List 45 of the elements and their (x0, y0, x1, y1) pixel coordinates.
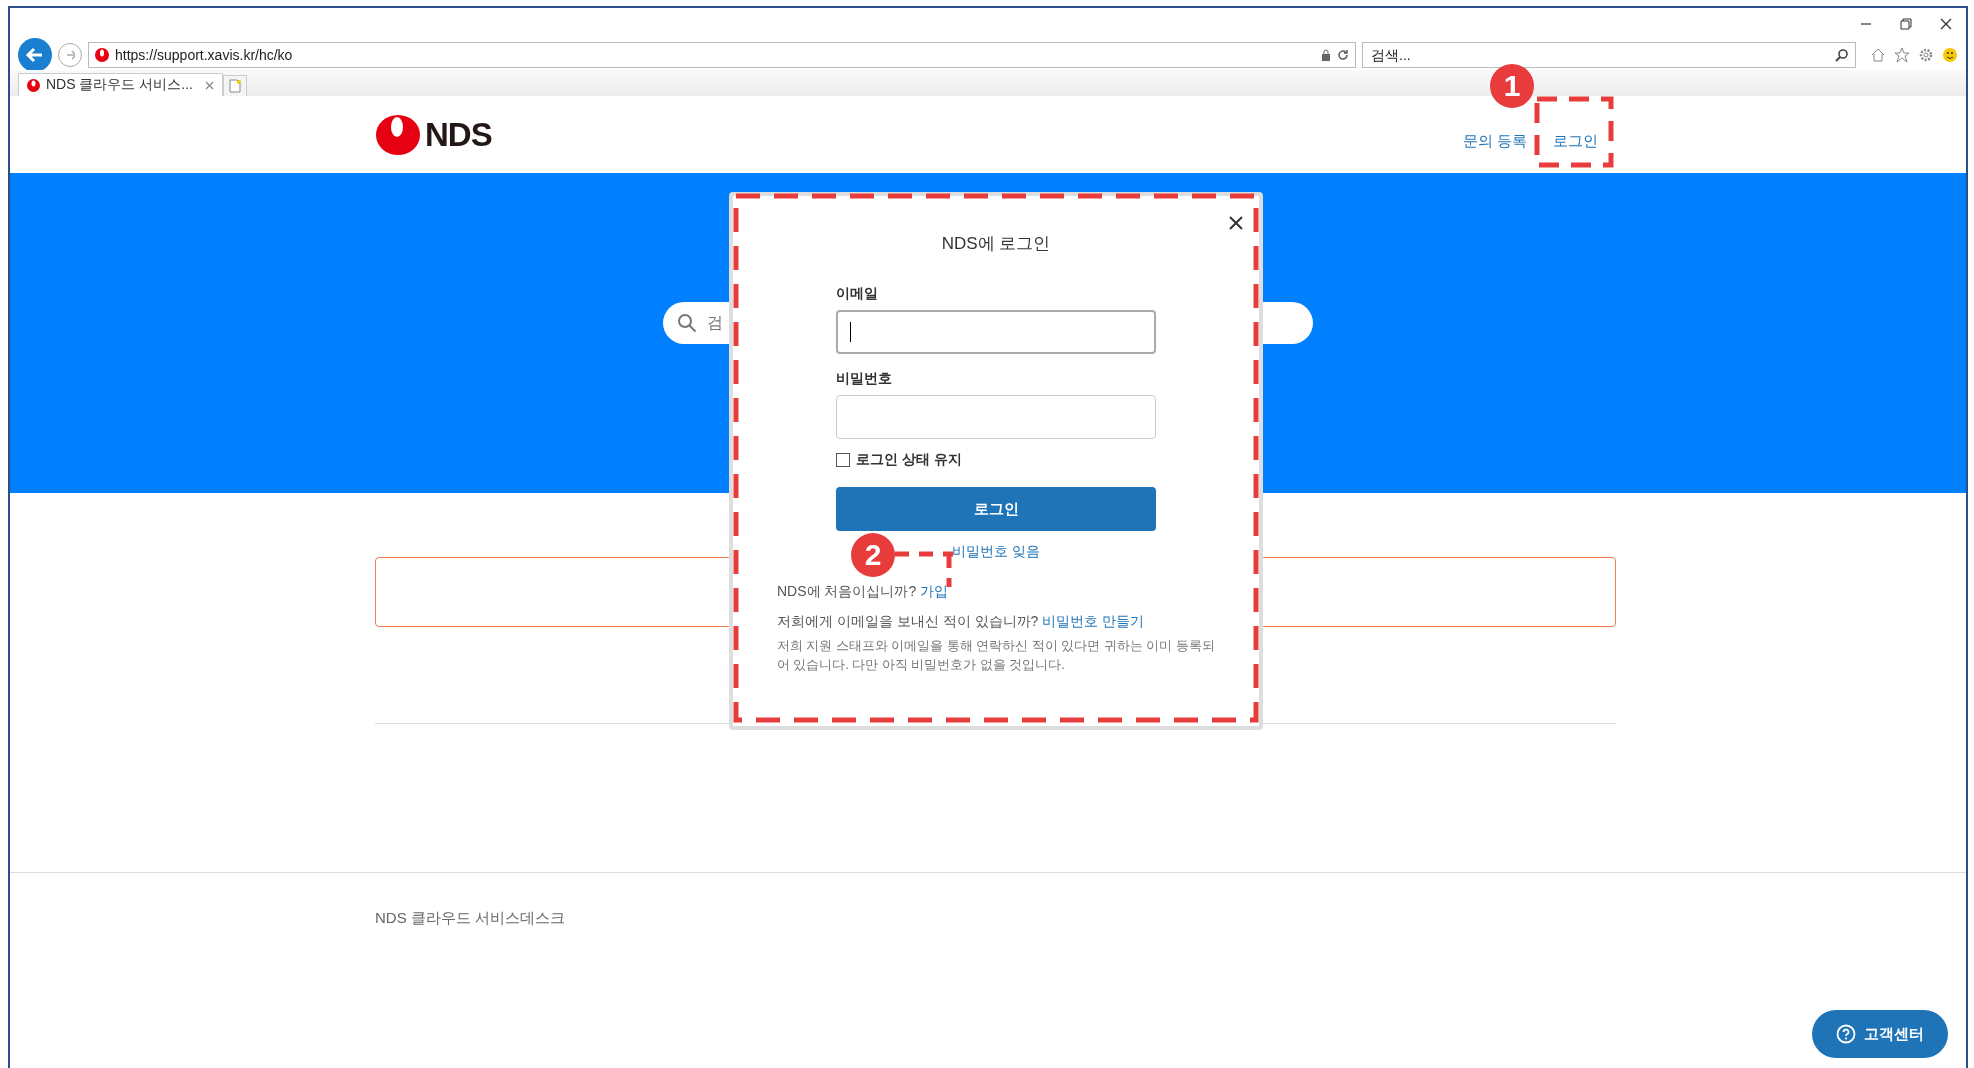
new-page-icon (229, 79, 241, 93)
close-button[interactable] (1227, 214, 1245, 232)
tab-title: NDS 클라우드 서비스... (46, 76, 193, 94)
create-password-link[interactable]: 비밀번호 만들기 (1042, 613, 1145, 629)
checkbox-label: 로그인 상태 유지 (856, 451, 962, 469)
question-icon (1836, 1024, 1856, 1044)
info-text: 저희 지원 스태프와 이메일을 통해 연락하신 적이 있다면 귀하는 이미 등록되어 있습니다. 다만 아직 비밀번호가 없을 것입니다. (777, 638, 1215, 674)
browser-search-field[interactable]: 검색... (1369, 46, 1835, 64)
checkbox[interactable] (836, 453, 850, 467)
arrow-left-icon (25, 45, 45, 65)
restore-icon[interactable] (1900, 18, 1912, 30)
signup-link[interactable]: 가입 (920, 583, 949, 599)
search-icon (677, 313, 697, 333)
nav-link[interactable]: 로그인 (1553, 132, 1598, 151)
create-password-prompt: 저희에게 이메일을 보내신 적이 있습니까? (777, 613, 1040, 629)
close-icon[interactable] (1940, 18, 1952, 30)
nav-link[interactable]: 문의 등록 (1462, 132, 1527, 151)
help-center-button[interactable]: 고객센터 (1812, 1010, 1948, 1058)
field-label: 비밀번호 (836, 370, 893, 388)
star-icon[interactable] (1894, 47, 1910, 63)
forward-button[interactable] (58, 43, 82, 67)
field-label: 이메일 (836, 285, 879, 303)
lock-icon (1321, 49, 1331, 61)
search-icon[interactable] (1835, 48, 1849, 62)
input-field[interactable] (836, 310, 1156, 354)
home-icon[interactable] (1870, 47, 1886, 63)
step-marker: 1 (1490, 64, 1534, 108)
signup-prompt: NDS에 처음이십니까? (777, 583, 918, 599)
site-logo-icon (95, 48, 109, 62)
arrow-right-icon (65, 48, 75, 62)
logo-icon (375, 113, 421, 156)
back-button[interactable] (18, 38, 52, 72)
refresh-icon[interactable] (1337, 49, 1349, 61)
forgot-password-link[interactable]: 비밀번호 잊음 (952, 543, 1040, 561)
input-field[interactable] (836, 395, 1156, 439)
footer-text: NDS 클라우드 서비스데스크 (375, 909, 566, 928)
dialog-title: NDS에 로그인 (941, 233, 1051, 255)
address-bar[interactable]: https://support.xavis.kr/hc/ko (88, 42, 1356, 68)
site-logo-icon (27, 78, 40, 92)
browser-tab[interactable]: NDS 클라우드 서비스... (18, 73, 223, 96)
settings-icon[interactable] (1918, 47, 1934, 63)
browser-search-box[interactable]: 검색... (1362, 42, 1856, 68)
logo-text: NDS (425, 115, 492, 154)
smiley-icon[interactable] (1942, 47, 1958, 63)
login-button[interactable]: 로그인 (836, 487, 1156, 531)
